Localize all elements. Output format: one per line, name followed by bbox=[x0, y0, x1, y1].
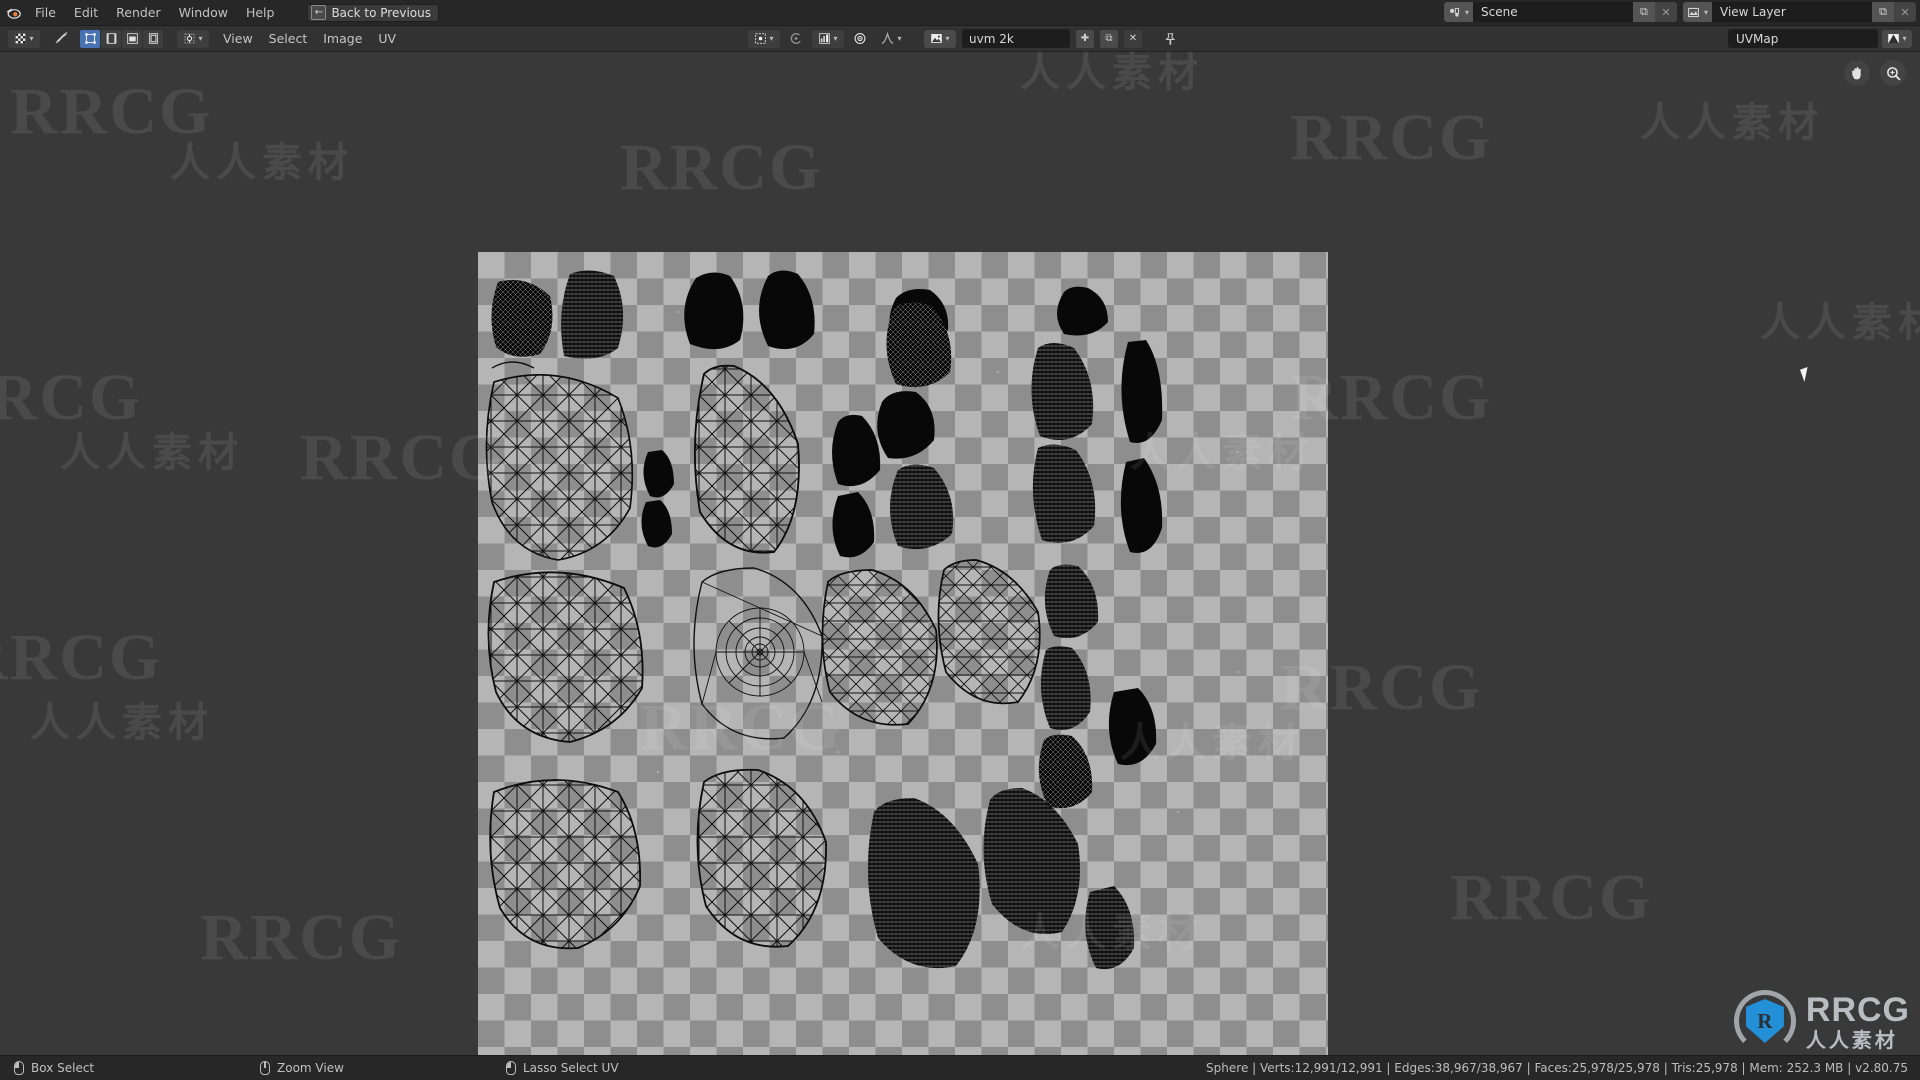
uvmap-name-field[interactable]: UVMap bbox=[1728, 29, 1878, 48]
uv-island-select-icon[interactable] bbox=[143, 29, 163, 48]
status-label-lasso-select: Lasso Select UV bbox=[523, 1061, 619, 1075]
header-menu-view[interactable]: View bbox=[215, 26, 261, 52]
falloff-curve-icon[interactable]: ▾ bbox=[876, 30, 906, 48]
rrcg-logo-text: RRCG 人人素材 bbox=[1806, 993, 1910, 1050]
uv-edge-select-icon[interactable] bbox=[101, 29, 121, 48]
uv-image-canvas[interactable] bbox=[478, 252, 1328, 1055]
menu-edit[interactable]: Edit bbox=[65, 0, 107, 26]
status-keymap-zoom-view: Zoom View bbox=[260, 1061, 450, 1075]
uv-editor-viewport[interactable] bbox=[0, 52, 1920, 1055]
image-name-field[interactable]: uvm 2k bbox=[962, 29, 1070, 48]
center-tool-cluster: ▾ ▾ ▾ ▾ uvm 2k ✚ ⧉ ✕ bbox=[748, 29, 1180, 48]
editor-type-button[interactable]: ▾ bbox=[8, 29, 40, 48]
rrcg-logo-ring-icon: R bbox=[1733, 990, 1796, 1052]
uvmap-icon[interactable]: ▾ bbox=[1882, 29, 1912, 48]
pin-icon[interactable] bbox=[1160, 30, 1180, 48]
back-to-previous-button[interactable]: ← Back to Previous bbox=[307, 3, 439, 22]
rrcg-logo-latin: RRCG bbox=[1805, 990, 1910, 1029]
snap-magnet-icon[interactable] bbox=[50, 30, 72, 48]
scene-name-field[interactable]: Scene bbox=[1472, 2, 1633, 22]
header-menu-image[interactable]: Image bbox=[315, 26, 370, 52]
uv-select-mode-group bbox=[80, 29, 163, 48]
display-channels-icon[interactable]: ▾ bbox=[812, 29, 844, 48]
topbar-right-group: ▾ Scene ⧉ ✕ ▾ View Layer ⧉ ✕ bbox=[1443, 2, 1916, 22]
viewport-gizmos bbox=[1844, 60, 1906, 86]
status-bar: Box Select Zoom View Lasso Select UV Sph… bbox=[0, 1055, 1920, 1080]
status-keymap-lasso-select: Lasso Select UV bbox=[506, 1061, 619, 1075]
view-layer-close-icon[interactable]: ✕ bbox=[1894, 2, 1916, 22]
menu-render[interactable]: Render bbox=[107, 0, 170, 26]
scene-selector[interactable]: ▾ Scene ⧉ ✕ bbox=[1443, 2, 1677, 22]
sync-select-icon[interactable]: ▾ bbox=[748, 29, 780, 48]
view-layer-duplicate-icon[interactable]: ⧉ bbox=[1872, 2, 1894, 22]
back-arrow-icon: ← bbox=[311, 5, 327, 20]
scene-duplicate-icon[interactable]: ⧉ bbox=[1632, 2, 1655, 22]
blender-window: File Edit Render Window Help ← Back to P… bbox=[0, 0, 1920, 1080]
new-image-icon[interactable]: ✚ bbox=[1076, 29, 1094, 48]
mouse-middle-icon bbox=[260, 1061, 270, 1075]
status-scene-stats: Sphere | Verts:12,991/12,991 | Edges:38,… bbox=[1206, 1061, 1908, 1075]
rrcg-logo-shield-icon: R bbox=[1745, 999, 1784, 1043]
header-menu-uv[interactable]: UV bbox=[370, 26, 404, 52]
view-layer-name-field[interactable]: View Layer bbox=[1712, 2, 1872, 22]
uv-vertex-select-icon[interactable] bbox=[80, 29, 100, 48]
duplicate-image-icon[interactable]: ⧉ bbox=[1100, 29, 1118, 48]
status-label-zoom-view: Zoom View bbox=[277, 1061, 344, 1075]
rrcg-logo-chinese: 人人素材 bbox=[1805, 1027, 1898, 1052]
uv-editor-header: ▾ ▾ View Select Image UV ▾ ▾ ▾ ▾ uvm 2k … bbox=[0, 26, 1920, 52]
snap-pixel-icon[interactable] bbox=[850, 30, 870, 48]
top-bar: File Edit Render Window Help ← Back to P… bbox=[0, 0, 1920, 26]
menu-help[interactable]: Help bbox=[237, 0, 284, 26]
status-keymap-box-select: Box Select bbox=[14, 1061, 204, 1075]
menu-window[interactable]: Window bbox=[170, 0, 237, 26]
scene-icon[interactable]: ▾ bbox=[1443, 2, 1473, 22]
status-label-box-select: Box Select bbox=[31, 1061, 95, 1075]
back-to-previous-label: Back to Previous bbox=[331, 5, 431, 20]
blender-logo-icon[interactable] bbox=[0, 0, 26, 26]
image-browse-icon[interactable]: ▾ bbox=[924, 29, 956, 48]
scene-close-icon[interactable]: ✕ bbox=[1654, 2, 1677, 22]
view-layer-selector[interactable]: ▾ View Layer ⧉ ✕ bbox=[1682, 2, 1916, 22]
view-layer-icon[interactable]: ▾ bbox=[1682, 2, 1712, 22]
rrcg-logo: R RRCG 人人素材 bbox=[1733, 990, 1910, 1052]
uvmap-group: UVMap ▾ bbox=[1728, 29, 1912, 48]
hand-icon[interactable] bbox=[1844, 60, 1870, 86]
pivot-point-button[interactable]: ▾ bbox=[177, 29, 209, 48]
uv-face-select-icon[interactable] bbox=[122, 29, 142, 48]
unlink-image-icon[interactable]: ✕ bbox=[1124, 29, 1142, 48]
header-menu-select[interactable]: Select bbox=[261, 26, 316, 52]
uv-islands-wireframe bbox=[485, 270, 1240, 970]
proportional-edit-icon[interactable] bbox=[786, 30, 806, 48]
magnifier-icon[interactable] bbox=[1880, 60, 1906, 86]
mouse-left-icon-2 bbox=[506, 1061, 516, 1075]
mouse-left-icon bbox=[14, 1061, 24, 1075]
menu-file[interactable]: File bbox=[26, 0, 65, 26]
